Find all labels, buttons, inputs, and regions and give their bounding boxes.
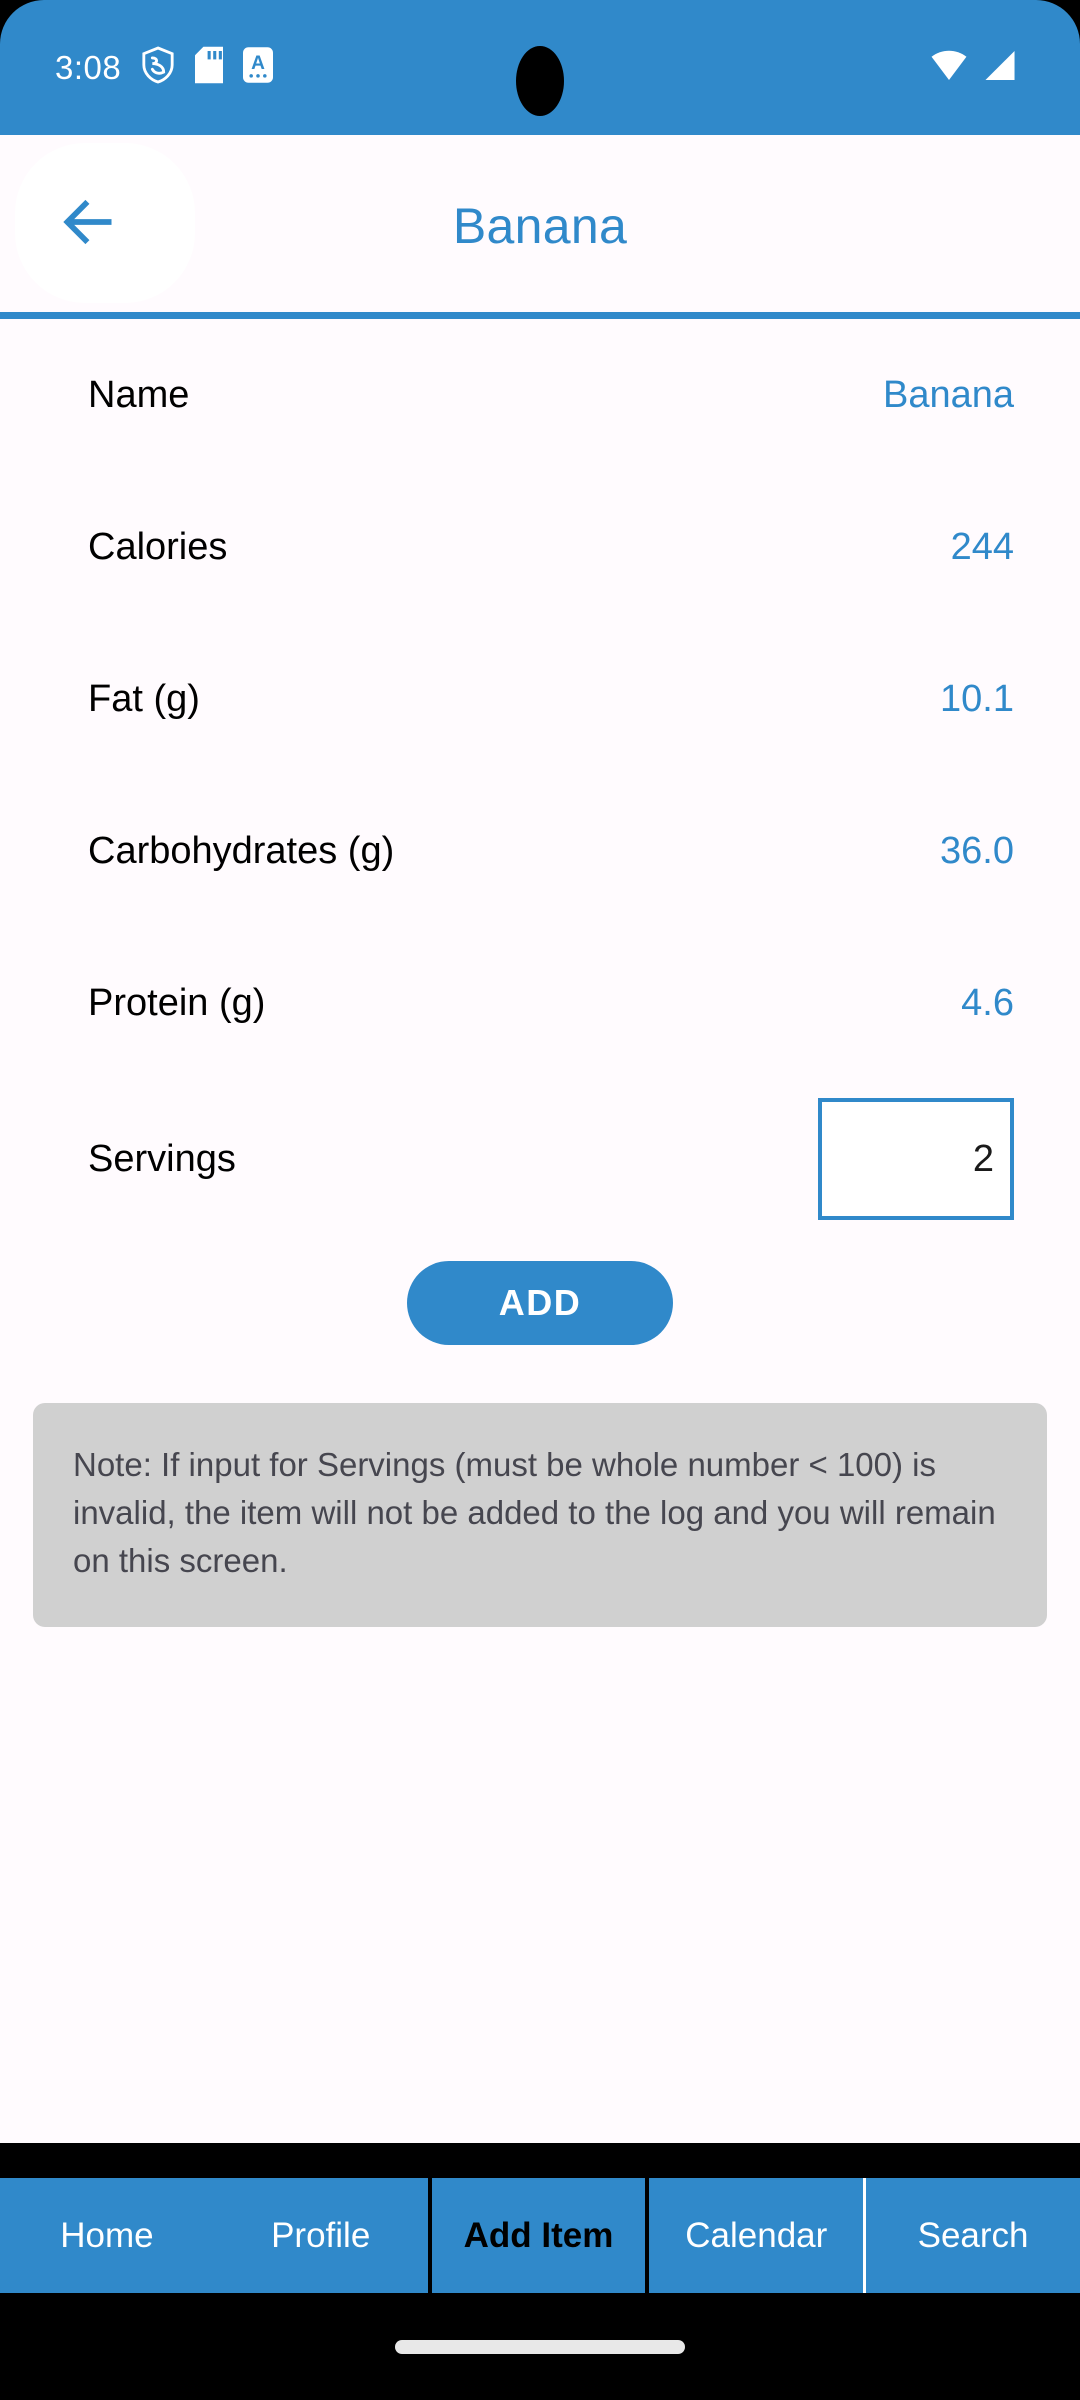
nav-tab-calendar[interactable]: Calendar: [649, 2178, 867, 2293]
row-label-name: Name: [88, 374, 190, 416]
system-gesture-area: [0, 2293, 1080, 2400]
table-row: Name Banana: [0, 319, 1080, 471]
app-bar-divider: [0, 312, 1080, 319]
row-label-protein: Protein (g): [88, 982, 266, 1024]
row-value-calories: 244: [950, 526, 1014, 568]
row-value-name: Banana: [882, 374, 1014, 416]
food-detail-content: Name Banana Calories 244 Fat (g) 10.1 Ca…: [0, 319, 1080, 2143]
nav-tab-search[interactable]: Search: [866, 2178, 1080, 2293]
gesture-handle[interactable]: [395, 2339, 685, 2354]
status-bar-right-group: [930, 49, 1018, 86]
note-text: Note: If input for Servings (must be who…: [73, 1446, 996, 1579]
row-label-servings: Servings: [88, 1138, 236, 1180]
table-row: Fat (g) 10.1: [0, 623, 1080, 775]
row-label-calories: Calories: [88, 526, 228, 568]
row-value-carbohydrates: 36.0: [940, 830, 1014, 872]
status-bar-left-group: 3:08 A: [55, 46, 274, 89]
nav-tab-add-item[interactable]: Add Item: [427, 2178, 650, 2293]
letter-a-icon: A: [243, 47, 274, 88]
row-label-fat: Fat (g): [88, 678, 200, 720]
add-button-row: ADD: [0, 1261, 1080, 1345]
phone-screen: 3:08 A Banana Name Banana Calories 244 F…: [0, 0, 1080, 2400]
servings-row: Servings: [0, 1079, 1080, 1239]
sd-card-icon: [195, 46, 224, 89]
servings-input[interactable]: [818, 1098, 1014, 1220]
bottom-navigation-bar: Home Profile Add Item Calendar Search: [0, 2178, 1080, 2293]
shield-icon: [141, 46, 175, 89]
cellular-signal-icon: [982, 49, 1018, 86]
wifi-icon: [930, 49, 968, 86]
add-button[interactable]: ADD: [407, 1261, 673, 1345]
table-row: Calories 244: [0, 471, 1080, 623]
nav-tab-home[interactable]: Home: [0, 2178, 214, 2293]
row-value-fat: 10.1: [940, 678, 1014, 720]
nav-tab-profile[interactable]: Profile: [214, 2178, 428, 2293]
status-bar: 3:08 A: [0, 0, 1080, 135]
row-value-protein: 4.6: [961, 982, 1014, 1024]
camera-cutout: [516, 46, 564, 116]
row-label-carbohydrates: Carbohydrates (g): [88, 830, 395, 872]
status-bar-clock: 3:08: [55, 48, 122, 86]
table-row: Carbohydrates (g) 36.0: [0, 775, 1080, 927]
svg-text:A: A: [251, 53, 265, 74]
note-banner: Note: If input for Servings (must be who…: [33, 1403, 1047, 1627]
table-row: Protein (g) 4.6: [0, 927, 1080, 1079]
page-title: Banana: [452, 198, 628, 254]
app-bar: Banana: [0, 135, 1080, 317]
